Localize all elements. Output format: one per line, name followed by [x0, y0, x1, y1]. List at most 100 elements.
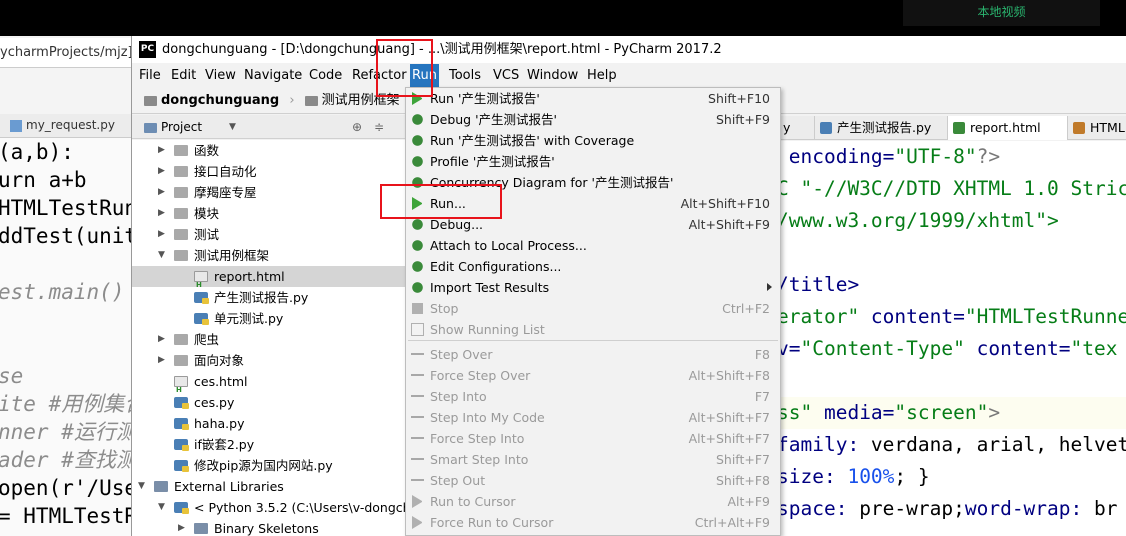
dropdown-arrow-icon[interactable]: ▼ — [229, 115, 236, 139]
debug-icon — [411, 218, 424, 231]
local-video-label[interactable]: 本地视频 — [903, 0, 1100, 26]
breadcrumb-item-root[interactable]: dongchunguang — [161, 93, 279, 108]
code-token: content= — [976, 337, 1071, 360]
run-menu-item[interactable]: Profile '产生测试报告' — [406, 151, 780, 172]
editor-tab[interactable]: report.html — [948, 116, 1068, 140]
folder-icon — [174, 250, 188, 261]
editor-code-line: family: verdana, arial, helvet — [777, 429, 1126, 461]
tree-item[interactable]: haha.py — [132, 413, 406, 434]
editor-tab[interactable]: y — [777, 116, 815, 140]
code-token: /www.w3.org/1999/xhtml"> — [777, 209, 1059, 232]
run-menu-item: Force Run to Cursor Ctrl+Alt+F9 — [406, 512, 780, 533]
editor-tab-label: report.html — [970, 120, 1041, 135]
tree-item-label: 单元测试.py — [214, 311, 284, 326]
highlight-box-run-item — [380, 184, 502, 219]
chevron-right-icon[interactable]: ▶ — [158, 224, 165, 245]
run-menu-item-shortcut: Alt+Shift+F9 — [688, 217, 770, 232]
chevron-right-icon[interactable]: ▶ — [178, 518, 185, 536]
python-file-icon — [174, 397, 189, 409]
html-file-icon — [174, 376, 188, 401]
tree-item[interactable]: ▶ 测试 — [132, 224, 406, 245]
run-menu-item[interactable]: Run '产生测试报告' with Coverage — [406, 130, 780, 151]
menu-tools[interactable]: Tools — [447, 64, 483, 88]
run-menu-item[interactable]: Attach to Local Process... — [406, 235, 780, 256]
menu-vcs[interactable]: VCS — [491, 64, 521, 88]
run-menu-item: Step Into F7 — [406, 386, 780, 407]
editor-code-line: v="Content-Type" content="tex — [777, 333, 1126, 365]
menu-code[interactable]: Code — [307, 64, 344, 88]
tree-item[interactable]: ▶ Binary Skeletons — [132, 518, 406, 536]
locate-icon[interactable]: ⊕ — [352, 115, 362, 139]
tree-item[interactable]: ▶ 函数 — [132, 140, 406, 161]
run-menu-item: Step Into My Code Alt+Shift+F7 — [406, 407, 780, 428]
collapse-icon[interactable]: ≑ — [374, 115, 384, 139]
run-menu-item[interactable]: Edit Configurations... — [406, 256, 780, 277]
run-menu-item-shortcut: F7 — [754, 389, 770, 404]
tree-item[interactable]: 产生测试报告.py — [132, 287, 406, 308]
code-token: family: — [777, 433, 871, 456]
tree-item[interactable]: ▼ < Python 3.5.2 (C:\Users\v-dongchun — [132, 497, 406, 518]
tree-item[interactable]: ▶ 接口自动化 — [132, 161, 406, 182]
chevron-down-icon[interactable]: ▼ — [158, 497, 165, 518]
run-menu-item-shortcut: Shift+F8 — [715, 473, 770, 488]
tree-item[interactable]: report.html — [132, 266, 406, 296]
run-menu-item-label: Run to Cursor — [430, 494, 516, 509]
run-menu-item: Smart Step Into Shift+F7 — [406, 449, 780, 470]
chevron-right-icon[interactable]: ▶ — [158, 161, 165, 182]
tree-item[interactable]: ▶ 面向对象 — [132, 350, 406, 371]
run-menu-item-shortcut: F8 — [754, 347, 770, 362]
menu-file[interactable]: File — [137, 64, 163, 88]
python-file-icon — [820, 122, 832, 134]
tree-item[interactable]: ▼ External Libraries — [132, 476, 406, 497]
menu-navigate[interactable]: Navigate — [242, 64, 304, 88]
chevron-right-icon[interactable]: ▶ — [158, 182, 165, 203]
code-token: "Content-Type" — [800, 337, 977, 360]
tree-item[interactable]: 单元测试.py — [132, 308, 406, 329]
chevron-right-icon[interactable]: ▶ — [158, 140, 165, 161]
tree-item[interactable]: ces.py — [132, 392, 406, 413]
folder-icon — [174, 145, 188, 156]
chevron-right-icon[interactable]: ▶ — [158, 203, 165, 224]
list-icon — [411, 323, 424, 336]
menu-help[interactable]: Help — [585, 64, 619, 88]
chevron-down-icon[interactable]: ▼ — [158, 245, 165, 266]
library-icon — [154, 481, 168, 492]
tree-item[interactable]: ces.html — [132, 371, 406, 401]
chevron-right-icon[interactable]: ▶ — [158, 350, 165, 371]
menu-view[interactable]: View — [203, 64, 238, 88]
library-icon — [194, 523, 208, 534]
project-label[interactable]: Project — [161, 120, 202, 134]
folder-icon — [174, 187, 188, 198]
tree-item[interactable]: 修改pip源为国内网站.py — [132, 455, 406, 476]
code-token: /title> — [777, 273, 860, 296]
tree-item[interactable]: ▶ 爬虫 — [132, 329, 406, 350]
tree-item[interactable]: ▼ 测试用例框架 — [132, 245, 406, 266]
code-editor[interactable]: encoding="UTF-8"?> C "-//W3C//DTD XHTML 1… — [777, 141, 1126, 536]
python-file-icon — [174, 439, 189, 451]
run-menu-item[interactable]: Debug '产生测试报告' Shift+F9 — [406, 109, 780, 130]
background-tab[interactable]: my_request.py — [0, 114, 131, 138]
code-token: space: — [777, 497, 860, 520]
folder-icon — [144, 95, 157, 106]
run-menu-item-label: Edit Configurations... — [430, 259, 562, 274]
run-menu-item[interactable]: Run '产生测试报告' Shift+F10 — [406, 88, 780, 109]
run-menu-item: Stop Ctrl+F2 — [406, 298, 780, 319]
tree-item[interactable]: ▶ 模块 — [132, 203, 406, 224]
editor-tab[interactable]: 产生测试报告.py — [815, 116, 948, 140]
menu-window[interactable]: Window — [525, 64, 580, 88]
editor-tab[interactable]: HTML — [1068, 116, 1126, 140]
top-black-strip: 本地视频 — [0, 0, 1126, 36]
menu-edit[interactable]: Edit — [169, 64, 198, 88]
menu-separator — [408, 340, 778, 341]
background-code-line — [0, 250, 131, 278]
tree-item[interactable]: if嵌套2.py — [132, 434, 406, 455]
run-menu-item-label: Import Test Results — [430, 280, 550, 295]
code-token: br — [1094, 497, 1118, 520]
pycharm-logo-icon: PC — [139, 41, 156, 58]
code-token: > — [988, 401, 1001, 424]
chevron-right-icon[interactable]: ▶ — [158, 329, 165, 350]
run-menu-item-shortcut: Shift+F10 — [708, 91, 770, 106]
tree-item[interactable]: ▶ 摩羯座专屋 — [132, 182, 406, 203]
run-menu-item[interactable]: Import Test Results — [406, 277, 780, 298]
chevron-down-icon[interactable]: ▼ — [138, 476, 145, 497]
